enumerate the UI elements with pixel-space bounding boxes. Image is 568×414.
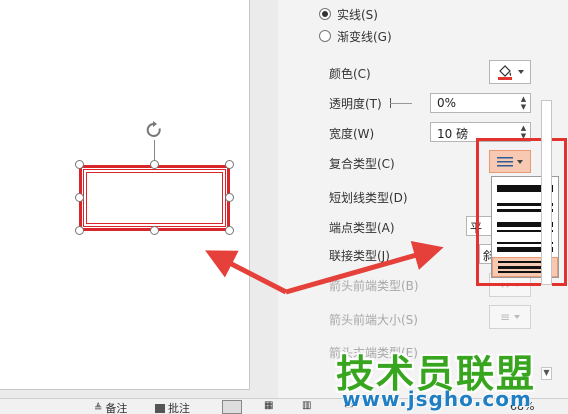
- arrow-to-menu: [285, 241, 444, 295]
- watermark-url: www.jsgho.com: [342, 387, 532, 411]
- comments-button[interactable]: 批注: [155, 400, 190, 414]
- reading-view-button[interactable]: ▥: [302, 400, 311, 411]
- notes-button[interactable]: ≜ 备注: [94, 400, 127, 414]
- notes-label: 备注: [105, 402, 128, 414]
- slide-sorter-view-button[interactable]: ▦: [264, 400, 273, 411]
- arrow-to-shape: [205, 250, 288, 295]
- notes-icon: ≜: [94, 402, 103, 414]
- comments-label: 批注: [168, 402, 190, 414]
- normal-view-button[interactable]: [222, 400, 242, 414]
- comments-icon: [155, 403, 165, 413]
- watermark-logo: 技术员联盟 www.jsgho.com: [336, 343, 568, 414]
